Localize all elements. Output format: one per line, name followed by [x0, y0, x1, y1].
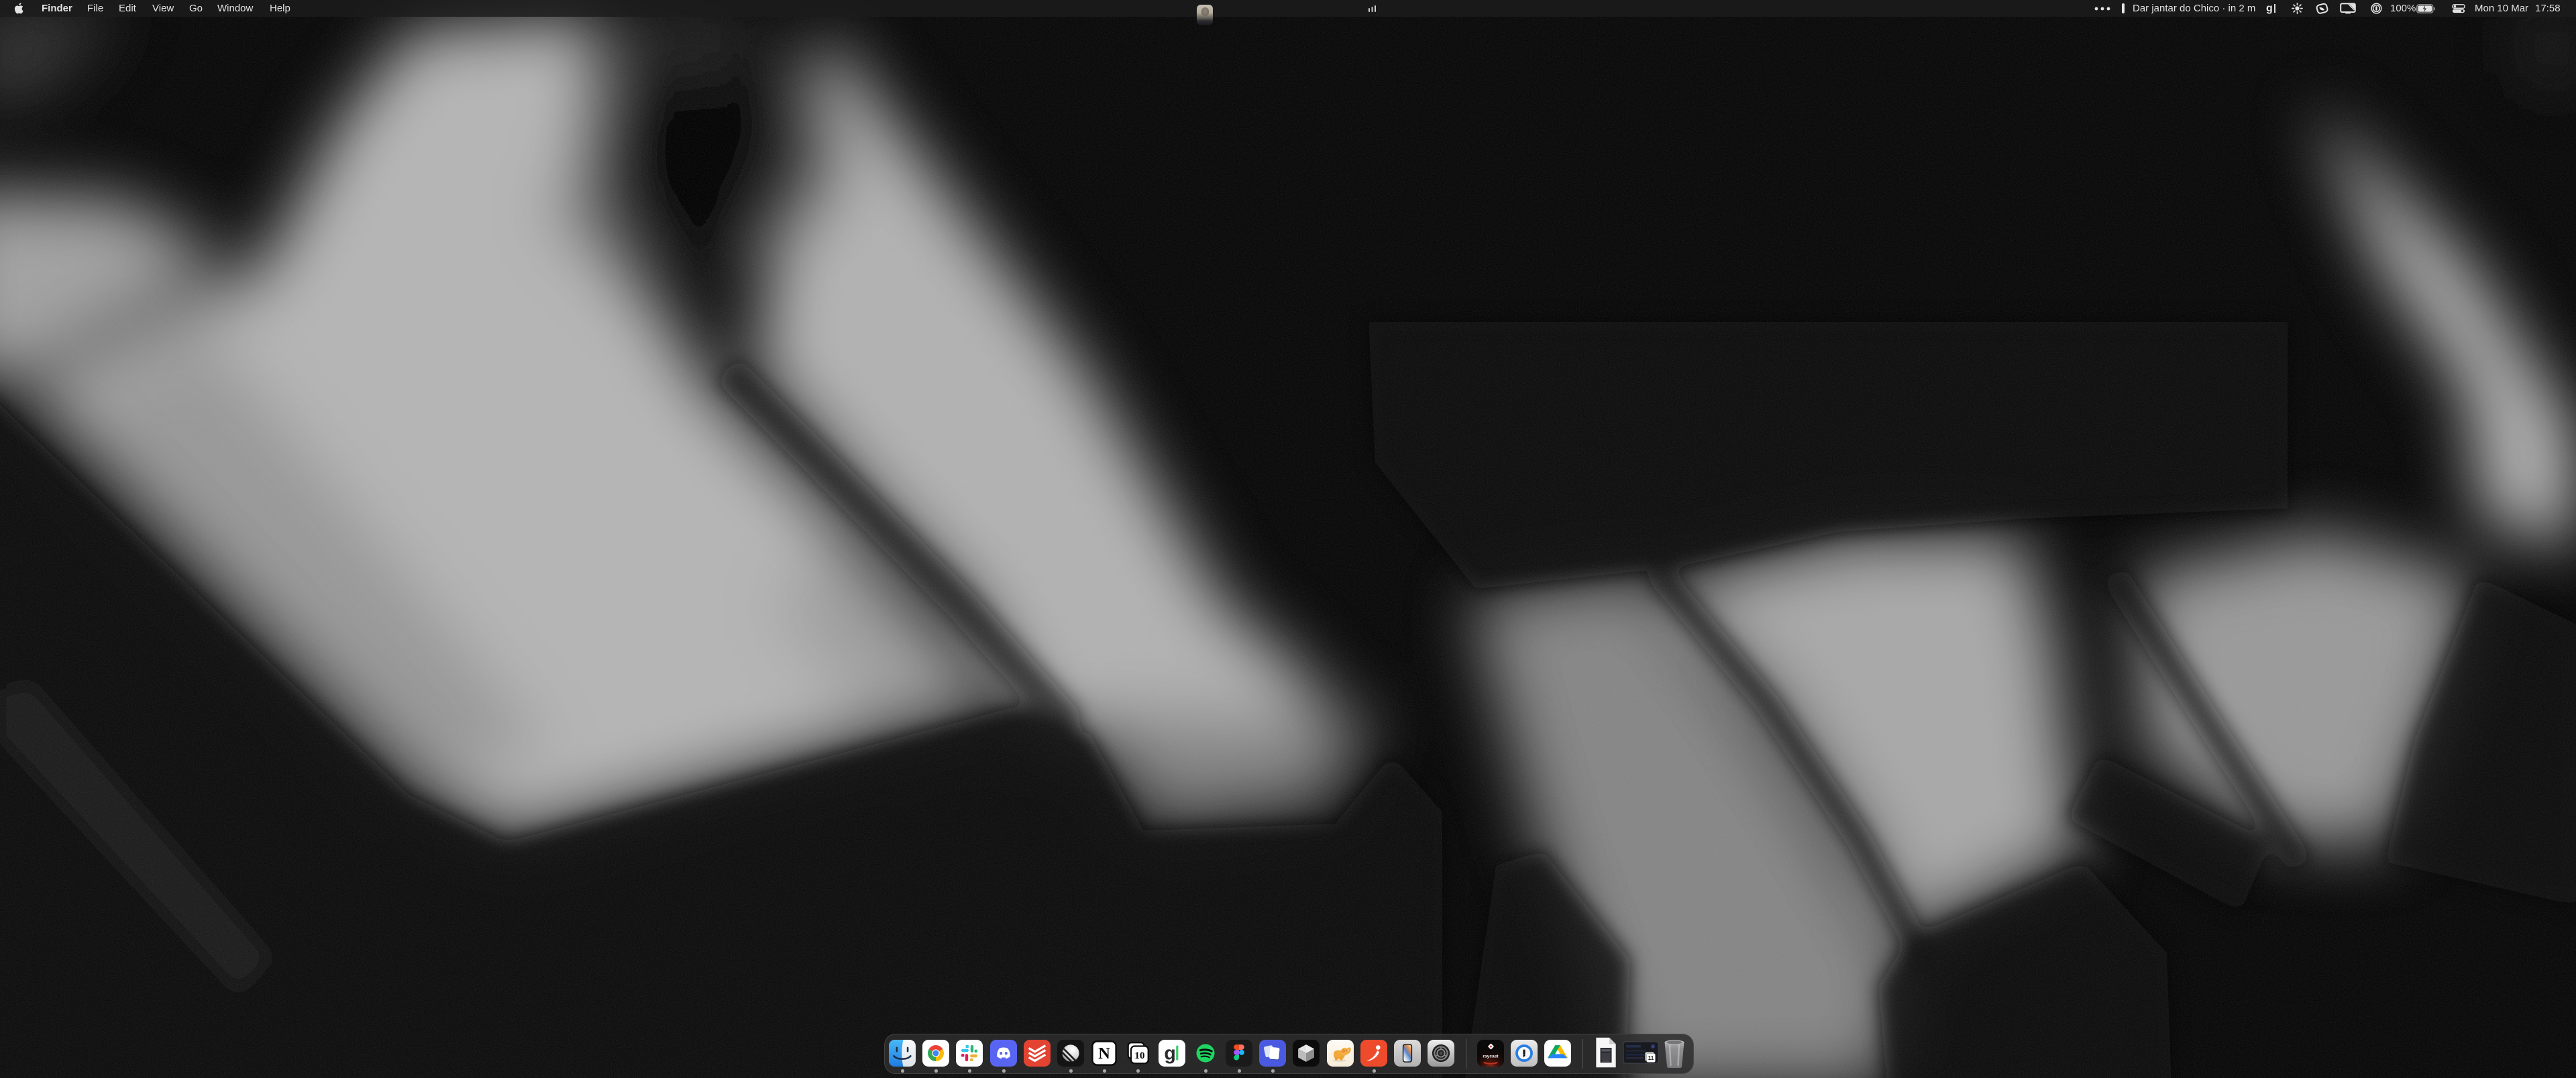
svg-text:raycast: raycast: [1483, 1055, 1499, 1059]
svg-text:g: g: [1164, 1043, 1175, 1065]
svg-text:11: 11: [1648, 1055, 1654, 1061]
svg-text:N: N: [1098, 1044, 1110, 1063]
svg-text:10: 10: [1134, 1050, 1145, 1061]
